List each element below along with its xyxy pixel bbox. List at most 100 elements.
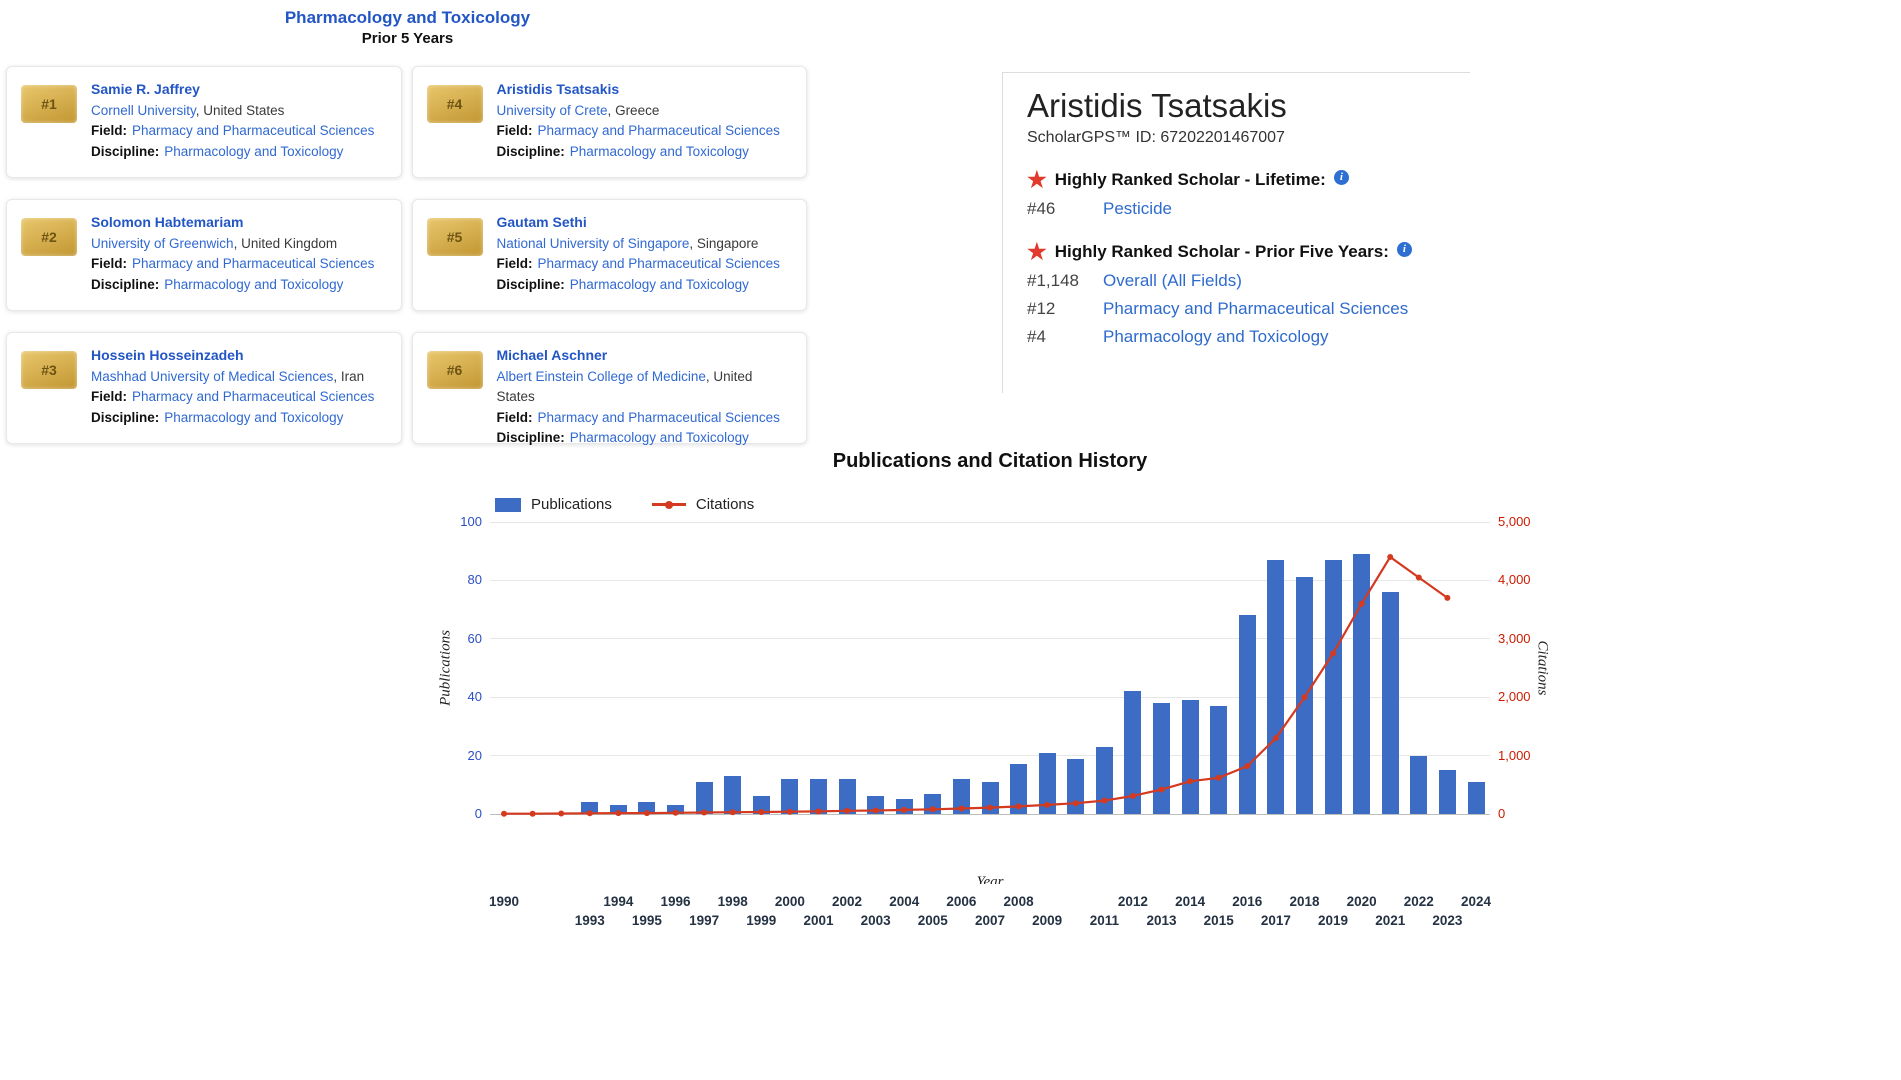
- scholar-name-link[interactable]: Samie R. Jaffrey: [91, 79, 200, 100]
- scholar-card-body: Michael Aschner Albert Einstein College …: [497, 345, 793, 449]
- institution-link[interactable]: National University of Singapore: [497, 236, 690, 251]
- scholar-discipline-row: Discipline: Pharmacology and Toxicology: [497, 142, 780, 163]
- discipline-link[interactable]: Pharmacology and Toxicology: [164, 277, 343, 292]
- x-axis-label: Year: [976, 874, 1004, 884]
- discipline-link[interactable]: Pharmacology and Toxicology: [164, 410, 343, 425]
- info-icon[interactable]: i: [1333, 169, 1349, 185]
- discipline-link[interactable]: Pharmacology and Toxicology: [570, 430, 749, 445]
- lifetime-rank-header: ★ Highly Ranked Scholar - Lifetime: i: [1027, 169, 1470, 191]
- y-tick-right: 3,000: [1498, 630, 1531, 646]
- scholar-discipline-row: Discipline: Pharmacology and Toxicology: [497, 428, 793, 449]
- y-tick-right: 2,000: [1498, 689, 1531, 705]
- y-tick-right: 1,000: [1498, 747, 1531, 763]
- scholar-card: #3 Hossein Hosseinzadeh Mashhad Universi…: [6, 332, 402, 444]
- ranking-section: Pharmacology and Toxicology Prior 5 Year…: [0, 0, 815, 445]
- discipline-link[interactable]: Pharmacology and Toxicology: [164, 144, 343, 159]
- field-label: Field:: [496, 123, 533, 139]
- x-tick-2007: 2007: [974, 913, 1006, 928]
- institution-link[interactable]: Mashhad University of Medical Sciences: [91, 369, 333, 384]
- scholar-card: #1 Samie R. Jaffrey Cornell UniversityUn…: [6, 66, 402, 178]
- citations-legend-marker-icon: [651, 500, 686, 509]
- rank-row: #12 Pharmacy and Pharmaceutical Sciences: [1027, 299, 1470, 319]
- institution-link[interactable]: Cornell University: [91, 103, 196, 118]
- info-icon[interactable]: i: [1396, 241, 1412, 257]
- x-tick-2016: 2016: [1232, 894, 1263, 909]
- x-axis-label-clip: Year: [490, 874, 1490, 884]
- field-link[interactable]: Pharmacy and Pharmaceutical Sciences: [538, 256, 780, 271]
- rank-number: #4: [1027, 327, 1046, 346]
- field-link[interactable]: Pharmacy and Pharmaceutical Sciences: [538, 410, 780, 425]
- rank-link[interactable]: Pesticide: [1103, 199, 1172, 219]
- x-tick-2014: 2014: [1175, 894, 1206, 909]
- x-tick-1999: 1999: [746, 913, 777, 928]
- scholar-name-link[interactable]: Michael Aschner: [497, 345, 608, 366]
- rank-row: #46 Pesticide: [1027, 199, 1470, 219]
- scholar-name-link[interactable]: Solomon Habtemariam: [91, 212, 243, 233]
- field-label: Field:: [496, 256, 533, 272]
- rank-link[interactable]: Overall (All Fields): [1103, 271, 1242, 291]
- prior5-heading: Highly Ranked Scholar - Prior Five Years…: [1054, 242, 1389, 261]
- publications-legend-swatch-icon: [495, 497, 521, 512]
- rank-badge: #1: [21, 85, 77, 123]
- scholar-affiliation: Mashhad University of Medical SciencesIr…: [91, 367, 374, 388]
- x-tick-2018: 2018: [1289, 894, 1320, 909]
- x-tick-2005: 2005: [917, 913, 948, 928]
- institution-link[interactable]: University of Greenwich: [91, 236, 234, 251]
- x-tick-1995: 1995: [631, 913, 662, 928]
- rank-badge: #2: [21, 218, 77, 256]
- rank-badge-label: #3: [41, 362, 57, 378]
- y-tick-left: 40: [467, 689, 482, 705]
- discipline-label: Discipline:: [91, 276, 160, 292]
- scholar-affiliation: University of CreteGreece: [497, 101, 780, 122]
- field-link[interactable]: Pharmacy and Pharmaceutical Sciences: [132, 256, 374, 271]
- chart-title: Publications and Citation History: [832, 450, 1148, 472]
- scholar-profile-panel: Aristidis Tsatsakis ScholarGPS™ ID: 6720…: [1002, 72, 1470, 393]
- scholar-card-body: Solomon Habtemariam University of Greenw…: [91, 212, 374, 295]
- discipline-link[interactable]: Pharmacology and Toxicology: [570, 277, 749, 292]
- scholar-field-row: Field: Pharmacy and Pharmaceutical Scienc…: [91, 121, 374, 142]
- x-tick-2012: 2012: [1117, 894, 1148, 909]
- scholar-card-body: Samie R. Jaffrey Cornell UniversityUnite…: [91, 79, 374, 162]
- citations-legend-label: Citations: [695, 496, 755, 513]
- institution-country: Iran: [333, 369, 364, 384]
- scholargps-page: Pharmacology and Toxicology Prior 5 Year…: [0, 0, 1901, 1080]
- scholar-name-link[interactable]: Aristidis Tsatsakis: [497, 79, 620, 100]
- ranking-heading: Pharmacology and Toxicology: [284, 8, 531, 27]
- discipline-label: Discipline:: [91, 409, 160, 425]
- field-link[interactable]: Pharmacy and Pharmaceutical Sciences: [538, 123, 780, 138]
- field-label: Field:: [91, 256, 127, 272]
- scholar-card: #2 Solomon Habtemariam University of Gre…: [6, 199, 402, 311]
- scholargps-id: ScholarGPS™ ID: 67202201467007: [1027, 129, 1285, 146]
- field-link[interactable]: Pharmacy and Pharmaceutical Sciences: [132, 389, 374, 404]
- y-tick-right: 5,000: [1498, 514, 1531, 529]
- scholar-card-body: Gautam Sethi National University of Sing…: [497, 212, 780, 295]
- scholar-field-row: Field: Pharmacy and Pharmaceutical Scienc…: [91, 254, 374, 275]
- scholar-card: #4 Aristidis Tsatsakis University of Cre…: [411, 66, 807, 178]
- scholar-card: #5 Gautam Sethi National University of S…: [411, 199, 807, 311]
- scholar-affiliation: Cornell UniversityUnited States: [91, 101, 374, 122]
- y-tick-left: 80: [467, 572, 482, 588]
- rank-row: #4 Pharmacology and Toxicology: [1027, 327, 1470, 347]
- institution-link[interactable]: University of Crete: [497, 103, 608, 118]
- rank-badge-label: #5: [446, 229, 463, 245]
- scholar-name-link[interactable]: Hossein Hosseinzadeh: [91, 345, 244, 366]
- citations-legend-dot-icon: [664, 500, 673, 509]
- prior5-rank-header: ★ Highly Ranked Scholar - Prior Five Yea…: [1027, 241, 1470, 263]
- publications-legend-label: Publications: [531, 496, 612, 513]
- scholar-affiliation: University of GreenwichUnited Kingdom: [91, 234, 374, 255]
- rank-badge-label: #1: [41, 96, 57, 112]
- publications-citations-chart: Publications and Citation History Public…: [420, 450, 1590, 928]
- rank-badge-label: #4: [446, 96, 463, 112]
- x-tick-2020: 2020: [1346, 894, 1377, 909]
- discipline-link[interactable]: Pharmacology and Toxicology: [570, 144, 749, 159]
- scholar-name-link[interactable]: Gautam Sethi: [497, 212, 587, 233]
- y-tick-left: 20: [467, 747, 482, 763]
- institution-link[interactable]: Albert Einstein College of Medicine: [497, 369, 706, 384]
- x-tick-1993: 1993: [574, 913, 605, 928]
- scholar-card: #6 Michael Aschner Albert Einstein Colle…: [411, 332, 807, 445]
- rank-number: #12: [1027, 299, 1056, 318]
- rank-link[interactable]: Pharmacology and Toxicology: [1103, 327, 1329, 347]
- field-link[interactable]: Pharmacy and Pharmaceutical Sciences: [132, 123, 374, 138]
- rank-link[interactable]: Pharmacy and Pharmaceutical Sciences: [1103, 299, 1408, 319]
- field-label: Field:: [91, 123, 127, 139]
